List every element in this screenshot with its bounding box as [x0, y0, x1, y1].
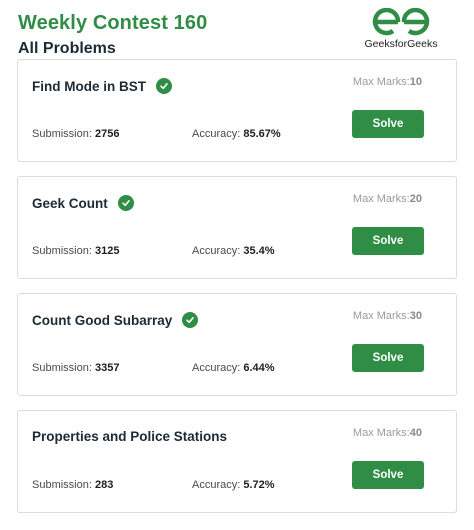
problem-title[interactable]: Count Good Subarray [32, 312, 199, 328]
solve-button[interactable]: Solve [352, 461, 424, 489]
max-marks-value: 20 [409, 193, 422, 205]
submission-count: 3357 [94, 362, 120, 374]
problem-card: Find Mode in BST Max Marks:10 Solve Subm… [17, 59, 457, 162]
section-title: All Problems [18, 40, 116, 57]
problem-card: Properties and Police Stations Max Marks… [17, 410, 457, 513]
accuracy-stat: Accuracy: 5.72% [192, 479, 275, 491]
submission-label: Submission: [32, 245, 92, 257]
accuracy-label: Accuracy: [192, 128, 241, 140]
submission-stat: Submission: 3125 [32, 245, 119, 257]
problem-title[interactable]: Properties and Police Stations [32, 429, 227, 444]
accuracy-stat: Accuracy: 85.67% [192, 128, 281, 140]
solved-check-icon [182, 312, 199, 328]
max-marks: Max Marks:30 [353, 310, 422, 322]
solve-button[interactable]: Solve [352, 344, 424, 372]
max-marks-label: Max Marks: [352, 310, 410, 322]
accuracy-stat: Accuracy: 6.44% [192, 362, 275, 374]
max-marks-value: 40 [409, 427, 422, 439]
problem-title[interactable]: Find Mode in BST [32, 78, 172, 94]
max-marks: Max Marks:10 [353, 76, 422, 88]
max-marks: Max Marks:20 [353, 193, 422, 205]
problem-card: Geek Count Max Marks:20 Solve Submission… [17, 176, 457, 279]
submission-stat: Submission: 2756 [32, 128, 119, 140]
accuracy-label: Accuracy: [192, 479, 241, 491]
contest-title: Weekly Contest 160 [18, 12, 208, 34]
page-header: Weekly Contest 160 All Problems Geeksfor… [9, 0, 465, 60]
solved-check-icon [117, 195, 134, 211]
problem-title-text: Find Mode in BST [32, 78, 146, 94]
submission-label: Submission: [32, 479, 92, 491]
max-marks-label: Max Marks: [352, 193, 410, 205]
solved-check-icon [156, 78, 172, 94]
geeksforgeeks-logo[interactable]: GeeksforGeeks [361, 8, 441, 52]
max-marks-label: Max Marks: [352, 76, 410, 88]
submission-count: 2756 [94, 128, 120, 140]
gfg-logo-icon [372, 8, 430, 36]
problem-title-text: Properties and Police Stations [32, 429, 228, 444]
solve-button[interactable]: Solve [352, 110, 424, 138]
submission-label: Submission: [32, 128, 92, 140]
submission-label: Submission: [32, 362, 92, 374]
submission-count: 3125 [94, 245, 120, 257]
accuracy-label: Accuracy: [192, 245, 241, 257]
contest-page: Weekly Contest 160 All Problems Geeksfor… [0, 0, 474, 530]
submission-count: 283 [94, 479, 114, 491]
max-marks: Max Marks:40 [353, 427, 422, 439]
accuracy-label: Accuracy: [192, 362, 241, 374]
accuracy-value: 35.4% [243, 245, 275, 257]
accuracy-value: 6.44% [243, 362, 275, 374]
accuracy-stat: Accuracy: 35.4% [192, 245, 275, 257]
problem-title-text: Geek Count [32, 195, 108, 211]
max-marks-value: 10 [409, 76, 422, 88]
problem-title[interactable]: Geek Count [32, 195, 134, 211]
accuracy-value: 5.72% [243, 479, 275, 491]
problem-card: Count Good Subarray Max Marks:30 Solve S… [17, 293, 457, 396]
submission-stat: Submission: 283 [32, 479, 113, 491]
max-marks-label: Max Marks: [352, 427, 410, 439]
submission-stat: Submission: 3357 [32, 362, 119, 374]
max-marks-value: 30 [409, 310, 422, 322]
logo-text: GeeksforGeeks [364, 38, 438, 50]
solve-button[interactable]: Solve [352, 227, 424, 255]
problem-title-text: Count Good Subarray [32, 312, 173, 328]
accuracy-value: 85.67% [243, 128, 281, 140]
